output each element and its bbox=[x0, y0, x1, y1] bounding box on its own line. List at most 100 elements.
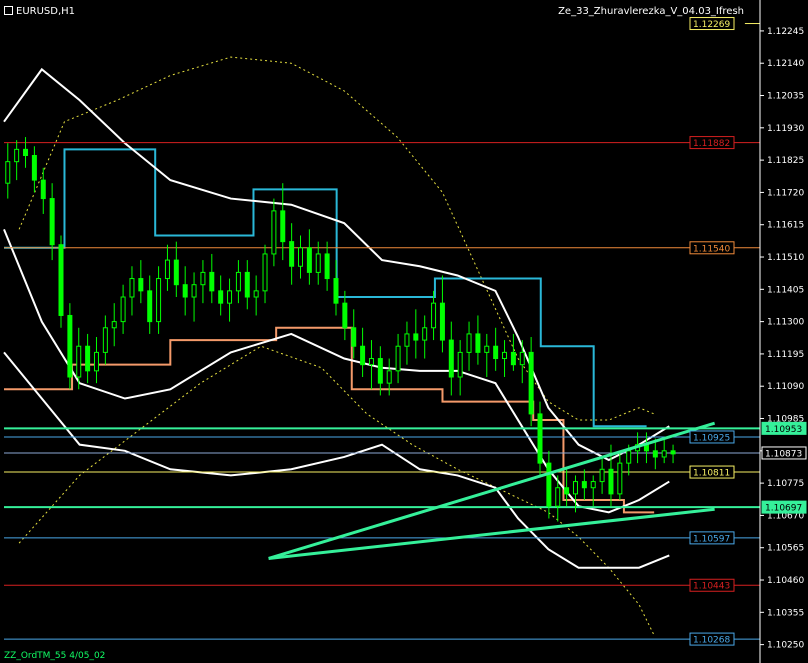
candle-body bbox=[555, 487, 561, 507]
y-tick-label: 1.12035 bbox=[767, 92, 804, 102]
y-tick-label: 1.12245 bbox=[767, 27, 804, 37]
candle-body bbox=[315, 253, 321, 273]
candle-body bbox=[200, 271, 206, 286]
candle-body bbox=[280, 210, 286, 243]
candle-body bbox=[342, 302, 348, 329]
candle-body bbox=[333, 278, 339, 304]
candle-body bbox=[209, 271, 215, 292]
y-tick-label: 1.11930 bbox=[767, 124, 804, 134]
y-tick-label: 1.11300 bbox=[767, 318, 804, 328]
candle-body bbox=[422, 327, 428, 341]
candle-body bbox=[138, 278, 144, 292]
candle-body bbox=[49, 198, 55, 246]
y-tick-label: 1.11825 bbox=[767, 156, 804, 166]
price-axis: 1.12245 1.12140 1.12035 1.11930 1.11825 1.117… bbox=[759, 0, 804, 663]
y-tick-label: 1.11510 bbox=[767, 253, 804, 263]
candle-body bbox=[360, 345, 366, 366]
price-label-text: 1.10268 bbox=[693, 636, 730, 646]
y-tick-label: 1.11090 bbox=[767, 382, 804, 392]
candle-body bbox=[617, 462, 623, 495]
candle-body bbox=[218, 290, 224, 304]
price-label-text: 1.12269 bbox=[693, 20, 730, 30]
chart-header-left: EURUSD,H1 bbox=[4, 6, 75, 17]
candle-body bbox=[182, 284, 188, 298]
candle-body bbox=[147, 290, 153, 323]
candle-body bbox=[519, 351, 525, 366]
candle-body bbox=[191, 284, 197, 298]
candle-body bbox=[164, 259, 170, 280]
candle-body bbox=[510, 351, 516, 366]
candle-body bbox=[76, 345, 82, 378]
price-label-text: 1.10597 bbox=[693, 534, 730, 544]
y-tick-label: 1.10355 bbox=[767, 608, 804, 618]
candle-body bbox=[298, 247, 304, 267]
y-tick-label: 1.11615 bbox=[767, 221, 804, 231]
candle-body bbox=[581, 481, 587, 489]
candle-body bbox=[626, 450, 632, 464]
candle-body bbox=[93, 351, 99, 372]
candle-body bbox=[395, 345, 401, 372]
candle-body bbox=[564, 487, 570, 495]
y-tick-label: 1.11720 bbox=[767, 188, 804, 198]
y-tick-label: 1.11405 bbox=[767, 285, 804, 295]
candle-body bbox=[23, 148, 29, 157]
candle-body bbox=[457, 351, 463, 378]
window-icon bbox=[4, 6, 13, 15]
price-label-text: 1.10811 bbox=[693, 469, 730, 479]
candle-body bbox=[413, 333, 419, 341]
candle-body bbox=[173, 259, 179, 286]
candle-body bbox=[156, 278, 162, 323]
candle-body bbox=[528, 351, 534, 415]
candle-body bbox=[262, 253, 268, 292]
y-tick-label: 1.10250 bbox=[767, 641, 804, 651]
candle-body bbox=[599, 468, 605, 483]
candles bbox=[5, 137, 676, 522]
step-lines bbox=[4, 148, 655, 514]
candle-body bbox=[652, 450, 658, 458]
candle-body bbox=[368, 358, 374, 366]
candle-body bbox=[431, 302, 437, 329]
candle-body bbox=[31, 155, 37, 181]
trendline-1 bbox=[268, 507, 715, 560]
symbol-label: EURUSD,H1 bbox=[16, 6, 76, 17]
candle-body bbox=[324, 253, 330, 280]
candle-body bbox=[235, 271, 241, 292]
candle-body bbox=[227, 290, 233, 304]
footer-label: ZZ_OrdTM_55 4/05_02 bbox=[4, 651, 106, 661]
candle-body bbox=[537, 413, 543, 464]
orange-step-line bbox=[4, 326, 655, 514]
candle-body bbox=[85, 345, 91, 372]
price-label-text: 1.11882 bbox=[693, 139, 730, 149]
candle-body bbox=[661, 450, 667, 458]
candle-body bbox=[448, 339, 454, 378]
candle-body bbox=[40, 179, 46, 200]
price-chart[interactable]: 1.12245 1.12140 1.12035 1.11930 1.11825 1.117… bbox=[0, 0, 808, 663]
candle-body bbox=[306, 247, 312, 273]
candle-body bbox=[590, 481, 596, 489]
candle-body bbox=[572, 481, 578, 495]
price-label-text: 1.10443 bbox=[693, 582, 730, 592]
candle-body bbox=[546, 462, 552, 507]
candle-body bbox=[466, 333, 472, 353]
candle-body bbox=[439, 302, 445, 341]
candle-body bbox=[120, 296, 126, 323]
candle-body bbox=[386, 370, 392, 384]
price-label-text: 1.10873 bbox=[765, 449, 802, 459]
lower-envelope bbox=[3, 351, 670, 569]
candle-body bbox=[5, 161, 11, 184]
candle-body bbox=[129, 278, 135, 298]
y-tick-label: 1.11195 bbox=[767, 350, 804, 360]
candle-body bbox=[484, 345, 490, 353]
candle-body bbox=[67, 314, 73, 378]
candle-body bbox=[377, 358, 383, 384]
indicator-title: Ze_33_Zhuravlerezka_V_04.03_Ifresh bbox=[558, 6, 744, 17]
candle-body bbox=[111, 321, 117, 329]
y-tick-label: 1.12140 bbox=[767, 59, 804, 69]
candle-body bbox=[493, 345, 499, 360]
y-tick-label: 1.10460 bbox=[767, 576, 804, 586]
price-label-text: 1.11540 bbox=[693, 244, 730, 254]
candle-body bbox=[670, 450, 676, 455]
candle-body bbox=[608, 468, 614, 495]
candle-body bbox=[14, 148, 20, 163]
y-tick-label: 1.10775 bbox=[767, 479, 804, 489]
